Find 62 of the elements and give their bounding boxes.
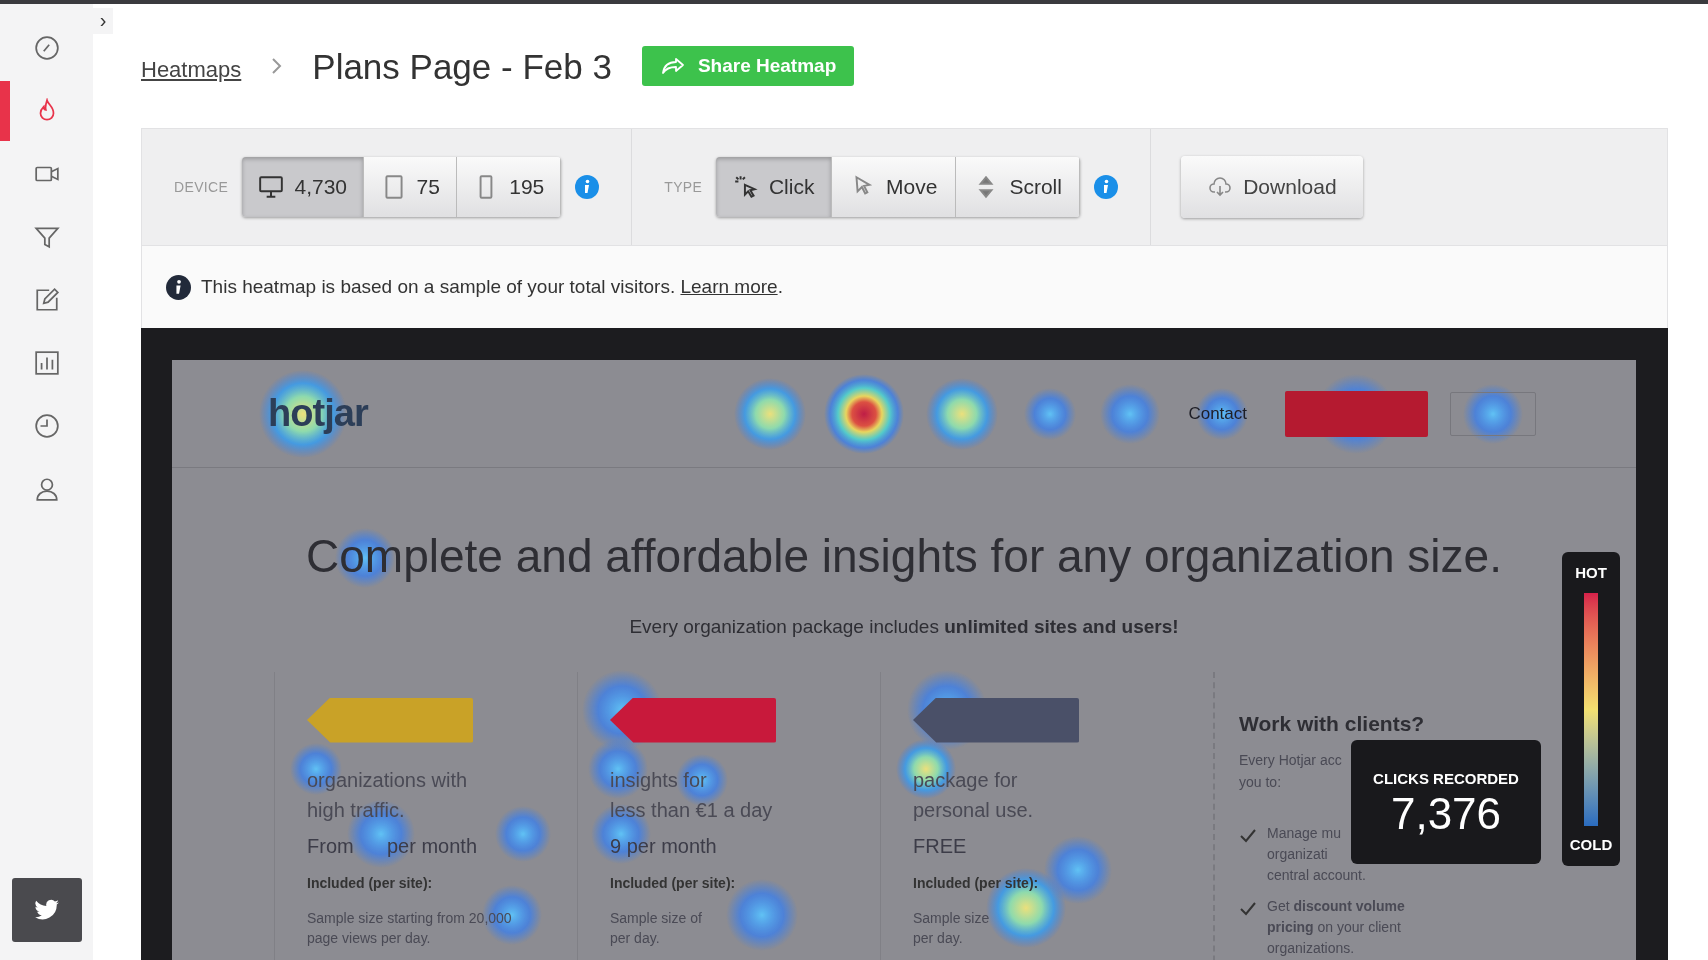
toggle-button[interactable]: 4,730 <box>242 157 365 217</box>
toggle-button[interactable]: 195 <box>457 157 562 217</box>
cloud-download-icon <box>1207 175 1234 199</box>
clients-intro: you to: <box>1239 773 1282 792</box>
included-label: Included (per site): <box>913 873 1040 893</box>
section-label: TYPE <box>664 177 703 197</box>
clients-point-line: organizati <box>1267 845 1328 864</box>
plan-detail: Sample size starting from 20,000 <box>307 908 513 928</box>
share-icon <box>659 55 686 77</box>
plan-detail: per day. <box>610 928 661 948</box>
included-label: Included (per site): <box>307 873 434 893</box>
clients-point-line: organizations. <box>1267 939 1355 958</box>
cold-label: COLD <box>1569 834 1613 855</box>
clicks-count: 7,376 <box>1390 792 1502 837</box>
clock-history-icon[interactable] <box>33 413 60 439</box>
info-icon <box>166 274 191 300</box>
clients-point-line: pricing on your client <box>1267 918 1401 937</box>
toggle-button[interactable]: Move <box>832 157 957 217</box>
breadcrumb-link[interactable]: Heatmaps <box>141 52 242 86</box>
collapse-toggle[interactable]: › <box>93 8 113 34</box>
toggle-button[interactable]: Scroll <box>956 157 1081 217</box>
plan-detail: Sample size of <box>610 908 703 928</box>
clicks-label: CLICKS RECORDED <box>1373 768 1519 789</box>
clients-title: Work with clients? <box>1239 710 1425 737</box>
plan-detail: page views per day. <box>307 928 432 948</box>
notice-text: This heatmap is based on a sample of your total visitors. Learn more. <box>201 274 783 299</box>
bar-chart-icon[interactable] <box>33 350 60 376</box>
plan-detail: per day. <box>913 928 964 948</box>
learn-more-link[interactable]: Learn more <box>680 275 778 297</box>
clients-point-line: Get discount volume <box>1267 897 1405 916</box>
bird-icon <box>34 897 60 923</box>
plan-price: From per month <box>307 833 479 859</box>
plan-description: high traffic. <box>307 797 406 823</box>
check-icon <box>1239 900 1257 916</box>
plan-detail: Sample size <box>913 908 991 928</box>
download-button[interactable]: Download <box>1181 156 1363 218</box>
info-icon <box>575 175 600 199</box>
click-cursor-icon <box>732 174 759 200</box>
twitter-button[interactable] <box>12 878 82 942</box>
plan-price: 9 per month <box>610 833 718 859</box>
edit-icon[interactable] <box>33 287 60 313</box>
page-title: Plans Page - Feb 3 <box>312 48 612 84</box>
gauge-icon[interactable] <box>33 35 60 61</box>
plan-description: personal use. <box>913 797 1035 823</box>
check-icon <box>1239 827 1257 843</box>
clients-intro: Every Hotjar acc <box>1239 751 1342 770</box>
toggle-button[interactable]: Click <box>716 157 833 217</box>
person-icon[interactable] <box>33 476 60 502</box>
section-label: DEVICE <box>174 177 229 197</box>
nav-link[interactable]: Contact <box>1188 400 1247 427</box>
plan-description: less than €1 a day <box>610 797 774 823</box>
plan-price: FREE <box>913 833 968 859</box>
funnel-icon[interactable] <box>33 224 60 250</box>
monitor-icon <box>258 174 285 200</box>
toggle-button[interactable]: 75 <box>364 157 458 217</box>
subheadline: Every organization package includes unlimited sites and users! <box>629 615 1179 639</box>
clients-point-line: central account. <box>1267 866 1366 885</box>
included-label: Included (per site): <box>610 873 737 893</box>
chevron-icon <box>271 57 283 75</box>
hot-label: HOT <box>1575 563 1607 583</box>
clients-point-line: Manage mu <box>1267 824 1341 843</box>
info-icon <box>1094 175 1119 199</box>
